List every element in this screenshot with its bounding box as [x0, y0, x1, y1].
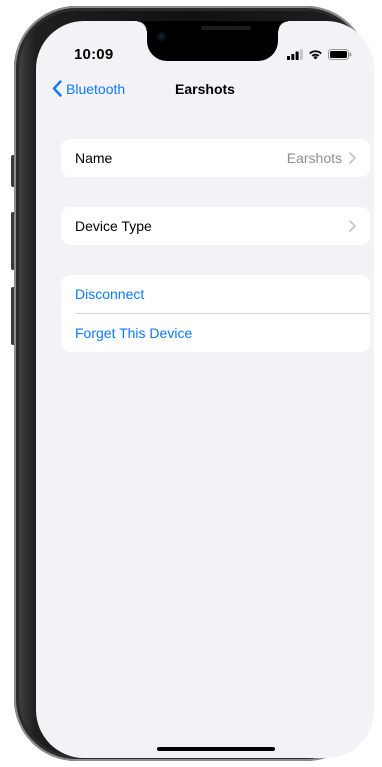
- canvas: 10:09 Bluetooth Earshots Name Earshots D…: [0, 0, 382, 767]
- name-value-container: Earshots: [287, 150, 356, 166]
- actions-group: Disconnect Forget This Device: [61, 275, 370, 352]
- status-icons: [287, 49, 352, 60]
- name-row[interactable]: Name Earshots: [61, 139, 370, 177]
- name-group: Name Earshots: [61, 139, 370, 177]
- chevron-right-icon: [349, 220, 356, 232]
- front-camera: [157, 32, 166, 41]
- chevron-right-icon: [349, 152, 356, 164]
- status-time: 10:09: [74, 46, 114, 63]
- device-type-label: Device Type: [75, 218, 152, 234]
- device-type-row[interactable]: Device Type: [61, 207, 370, 245]
- device-type-value-container: [349, 220, 356, 232]
- name-label: Name: [75, 150, 113, 166]
- disconnect-button[interactable]: Disconnect: [61, 275, 370, 313]
- cellular-signal-icon: [287, 49, 303, 60]
- home-indicator[interactable]: [157, 747, 275, 751]
- name-value: Earshots: [286, 150, 342, 166]
- page-title: Earshots: [175, 81, 235, 97]
- forget-device-button[interactable]: Forget This Device: [61, 314, 370, 352]
- battery-icon: [328, 49, 352, 60]
- speaker-grille: [201, 26, 251, 30]
- device-type-group: Device Type: [61, 207, 370, 245]
- phone-frame: 10:09 Bluetooth Earshots Name Earshots D…: [14, 6, 374, 761]
- wifi-icon: [309, 50, 322, 60]
- screen: 10:09 Bluetooth Earshots Name Earshots D…: [36, 21, 374, 758]
